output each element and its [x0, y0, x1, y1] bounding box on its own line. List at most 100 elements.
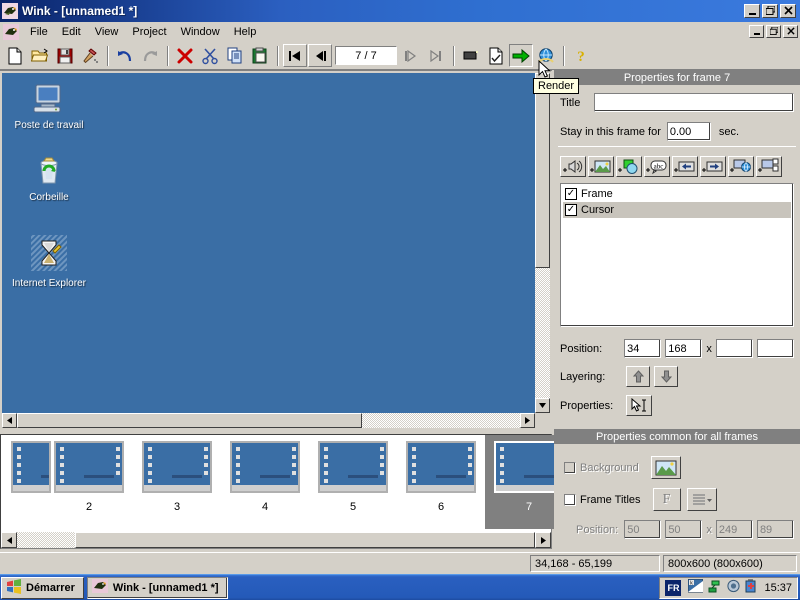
screen-icon — [463, 50, 478, 59]
next-frame-button[interactable] — [399, 44, 423, 67]
frame-title-input[interactable] — [594, 93, 794, 112]
vscroll-down-button[interactable] — [535, 398, 550, 413]
layer-list[interactable]: ✓ Frame ✓ Cursor — [560, 183, 794, 327]
menu-window[interactable]: Window — [174, 24, 227, 40]
save-button[interactable] — [53, 44, 77, 67]
background-checkbox[interactable] — [564, 461, 576, 474]
cursor-properties-button[interactable] — [626, 395, 652, 416]
undo-button[interactable] — [113, 44, 137, 67]
common-position-height-input[interactable]: 89 — [756, 520, 794, 539]
add-next-button[interactable] — [700, 156, 726, 177]
hscroll-right-button[interactable] — [520, 413, 535, 428]
hscroll-thumb[interactable] — [17, 413, 362, 428]
start-button[interactable]: Démarrer — [1, 576, 84, 599]
filmstrip-frame[interactable]: 6 — [397, 435, 485, 529]
filmstrip-scroll-thumb[interactable] — [17, 532, 75, 548]
presentation-button[interactable] — [459, 44, 483, 67]
frame-titles-checkbox[interactable] — [564, 493, 576, 506]
filmstrip-thumbnail[interactable] — [54, 441, 124, 493]
desktop-icon-my-computer[interactable]: Poste de travail — [12, 83, 86, 131]
taskbar-item-wink[interactable]: Wink - [unnamed1 *] — [86, 576, 228, 599]
filmstrip-frame[interactable]: 3 — [133, 435, 221, 529]
last-frame-button[interactable] — [424, 44, 448, 67]
first-frame-button[interactable] — [283, 44, 307, 67]
position-width-input[interactable] — [715, 339, 753, 358]
delete-button[interactable] — [173, 44, 197, 67]
layer-visible-checkbox[interactable]: ✓ — [565, 188, 577, 200]
filmstrip-frame[interactable] — [1, 435, 51, 529]
properties-button[interactable] — [484, 44, 508, 67]
position-x-input[interactable]: 34 — [624, 339, 662, 358]
window-minimize-button[interactable] — [744, 4, 760, 18]
add-url-button[interactable] — [728, 156, 754, 177]
add-image-button[interactable] — [588, 156, 614, 177]
filmstrip-frame[interactable]: 4 — [221, 435, 309, 529]
position-height-input[interactable] — [756, 339, 794, 358]
mdi-restore-button[interactable] — [766, 25, 781, 38]
render-button[interactable] — [509, 44, 533, 67]
copy-button[interactable] — [223, 44, 247, 67]
filmstrip-frame[interactable]: 2 — [45, 435, 133, 529]
new-button[interactable] — [3, 44, 27, 67]
canvas-vertical-scrollbar[interactable] — [535, 73, 550, 413]
language-indicator[interactable]: FR — [665, 579, 682, 596]
add-previous-button[interactable] — [672, 156, 698, 177]
tray-display-icon[interactable]: k — [687, 578, 704, 596]
redo-button[interactable] — [138, 44, 162, 67]
add-navigation-button[interactable] — [756, 156, 782, 177]
build-button[interactable] — [78, 44, 102, 67]
common-position-x-input[interactable]: 50 — [624, 520, 662, 539]
mdi-minimize-button[interactable] — [749, 25, 764, 38]
add-sound-button[interactable] — [560, 156, 586, 177]
filmstrip-thumbnail[interactable] — [142, 441, 212, 493]
previous-frame-button[interactable] — [308, 44, 332, 67]
frame-titles-font-button[interactable]: F — [652, 488, 681, 511]
frame-filmstrip[interactable]: 2 3 4 5 6 7 — [0, 434, 573, 549]
common-position-width-input[interactable]: 249 — [715, 520, 753, 539]
position-y-input[interactable]: 168 — [665, 339, 703, 358]
mdi-document-icon[interactable] — [3, 23, 19, 40]
layer-visible-checkbox[interactable]: ✓ — [565, 204, 577, 216]
filmstrip-thumbnail[interactable] — [406, 441, 476, 493]
layer-item-frame[interactable]: ✓ Frame — [563, 186, 791, 202]
menu-help[interactable]: Help — [227, 24, 264, 40]
tray-volume-icon[interactable] — [726, 579, 741, 596]
hscroll-left-button[interactable] — [2, 413, 17, 428]
cut-button[interactable] — [198, 44, 222, 67]
layer-item-cursor[interactable]: ✓ Cursor — [563, 202, 791, 218]
canvas-horizontal-scrollbar[interactable] — [2, 413, 535, 428]
vscroll-thumb[interactable] — [535, 88, 550, 268]
paste-button[interactable] — [248, 44, 272, 67]
frame-canvas[interactable]: Poste de travail Corbeille Internet Expl… — [2, 73, 535, 413]
add-shape-button[interactable] — [616, 156, 642, 177]
filmstrip-frame[interactable]: 5 — [309, 435, 397, 529]
filmstrip-scrollbar[interactable] — [1, 532, 551, 548]
filmstrip-scroll-fill[interactable] — [75, 532, 535, 548]
menu-edit[interactable]: Edit — [55, 24, 88, 40]
tray-battery-icon[interactable] — [745, 579, 757, 596]
filmstrip-thumbnail[interactable] — [230, 441, 300, 493]
tray-network-icon[interactable] — [707, 579, 722, 596]
filmstrip-thumbnail[interactable] — [318, 441, 388, 493]
open-button[interactable] — [28, 44, 52, 67]
stay-duration-input[interactable]: 0.00 — [666, 122, 711, 141]
window-maximize-button[interactable] — [762, 4, 778, 18]
layer-up-button[interactable] — [626, 366, 650, 387]
layer-down-button[interactable] — [654, 366, 678, 387]
help-button[interactable]: ? — [569, 44, 593, 67]
menu-project[interactable]: Project — [125, 24, 173, 40]
filmstrip-thumbnail[interactable] — [11, 441, 51, 493]
menu-file[interactable]: File — [23, 24, 55, 40]
window-close-button[interactable] — [780, 4, 796, 18]
common-position-y-input[interactable]: 50 — [665, 520, 703, 539]
add-text-button[interactable]: abc — [644, 156, 670, 177]
frame-counter[interactable]: 7 / 7 — [335, 46, 397, 65]
desktop-icon-internet-explorer[interactable]: Internet Explorer — [12, 233, 86, 289]
filmstrip-scroll-right-button[interactable] — [535, 532, 551, 548]
background-image-button[interactable] — [650, 456, 681, 479]
mdi-close-button[interactable] — [783, 25, 798, 38]
frame-titles-align-button[interactable] — [686, 488, 717, 511]
menu-view[interactable]: View — [88, 24, 126, 40]
filmstrip-scroll-left-button[interactable] — [1, 532, 17, 548]
desktop-icon-recycle-bin[interactable]: Corbeille — [12, 155, 86, 203]
